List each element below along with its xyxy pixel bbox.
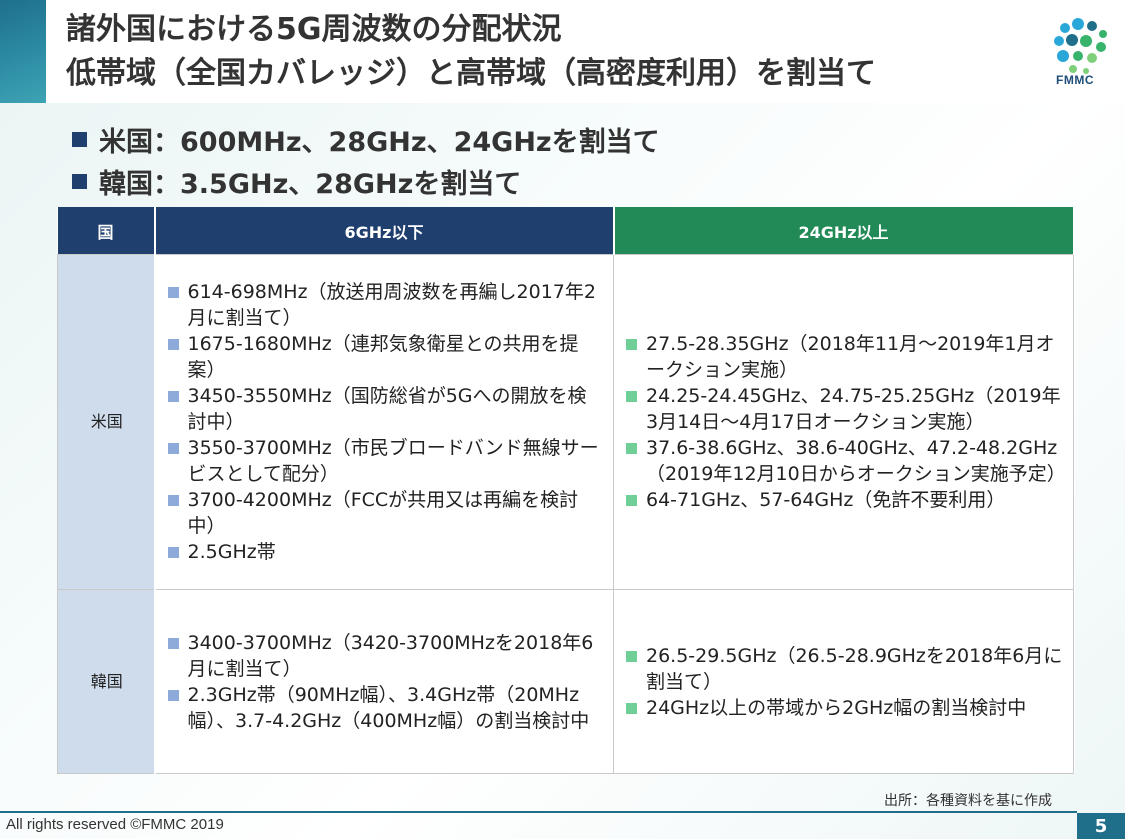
high-band-cell: 26.5-29.5GHz（26.5-28.9GHzを2018年6月に割当て） 2… xyxy=(613,589,1074,774)
list-item: 614-698MHz（放送用周波数を再編し2017年2月に割当て） xyxy=(167,279,604,331)
table-header-row: 国 6GHz以下 24GHz以上 xyxy=(57,207,1075,255)
low-band-cell: 3400-3700MHz（3420-3700MHzを2018年6月に割当て） 2… xyxy=(154,589,614,774)
summary-bullets: 米国：600MHz、28GHz、24GHzを割当て 韓国：3.5GHz、28GH… xyxy=(72,118,660,202)
header-high-band: 24GHz以上 xyxy=(613,207,1075,255)
list-item: 3700-4200MHz（FCCが共用又は再編を検討中） xyxy=(167,487,604,539)
logo-text: FMMC xyxy=(1056,73,1094,87)
list-item: 2.3GHz帯（90MHz幅）、3.4GHz帯（20MHz幅）、3.7-4.2G… xyxy=(167,682,604,734)
low-band-cell: 614-698MHz（放送用周波数を再編し2017年2月に割当て） 1675-1… xyxy=(154,254,614,590)
list-item: 26.5-29.5GHz（26.5-28.9GHzを2018年6月に割当て） xyxy=(626,643,1063,695)
header-low-band: 6GHz以下 xyxy=(154,207,615,255)
title-line-1: 諸外国における5G周波数の分配状況 xyxy=(66,12,562,47)
list-item: 3550-3700MHz（市民ブロードバンド無線サービスとして配分） xyxy=(167,435,604,487)
header-country: 国 xyxy=(57,207,156,255)
list-item: 3400-3700MHz（3420-3700MHzを2018年6月に割当て） xyxy=(167,630,604,682)
table-row-usa: 米国 614-698MHz（放送用周波数を再編し2017年2月に割当て） 167… xyxy=(57,254,1074,590)
bullet-usa: 米国：600MHz、28GHz、24GHzを割当て xyxy=(72,118,660,160)
square-bullet-icon xyxy=(72,173,87,189)
list-item: 37.6-38.6GHz、38.6-40GHz、47.2-48.2GHz（201… xyxy=(626,435,1066,487)
page-title: 諸外国における5G周波数の分配状況 低帯域（全国カバレッジ）と高帯域（高密度利用… xyxy=(66,8,876,96)
source-note: 出所：各種資料を基に作成 xyxy=(884,793,1052,809)
frequency-table: 国 6GHz以下 24GHz以上 米国 614-698MHz（放送用周波数を再編… xyxy=(57,207,1075,774)
country-cell: 韓国 xyxy=(57,589,156,774)
high-band-cell: 27.5-28.35GHz（2018年11月～2019年1月オークション実施） … xyxy=(613,254,1074,590)
page-number: 5 xyxy=(1077,813,1125,839)
list-item: 2.5GHz帯 xyxy=(167,539,604,565)
footer-rule xyxy=(0,811,1077,813)
title-line-2: 低帯域（全国カバレッジ）と高帯域（高密度利用）を割当て xyxy=(66,56,876,91)
list-item: 27.5-28.35GHz（2018年11月～2019年1月オークション実施） xyxy=(626,331,1063,383)
list-item: 64-71GHz、57-64GHz（免許不要利用） xyxy=(626,487,1063,513)
list-item: 24.25-24.45GHz、24.75-25.25GHz（2019年3月14日… xyxy=(626,383,1063,435)
country-cell: 米国 xyxy=(57,254,156,590)
bullet-text: 米国：600MHz、28GHz、24GHzを割当て xyxy=(99,126,660,158)
list-item: 24GHz以上の帯域から2GHz幅の割当検討中 xyxy=(626,695,1063,721)
list-item: 3450-3550MHz（国防総省が5Gへの開放を検討中） xyxy=(167,383,604,435)
list-item: 1675-1680MHz（連邦気象衛星との共用を提案） xyxy=(167,331,604,383)
title-accent-bar xyxy=(0,0,46,103)
bullet-text: 韓国：3.5GHz、28GHzを割当て xyxy=(99,168,522,200)
bullet-korea: 韓国：3.5GHz、28GHzを割当て xyxy=(72,160,660,202)
square-bullet-icon xyxy=(72,131,87,147)
table-row-korea: 韓国 3400-3700MHz（3420-3700MHzを2018年6月に割当て… xyxy=(57,589,1074,774)
copyright-text: All rights reserved ©FMMC 2019 xyxy=(6,816,224,833)
title-bar: 諸外国における5G周波数の分配状況 低帯域（全国カバレッジ）と高帯域（高密度利用… xyxy=(0,0,1125,103)
